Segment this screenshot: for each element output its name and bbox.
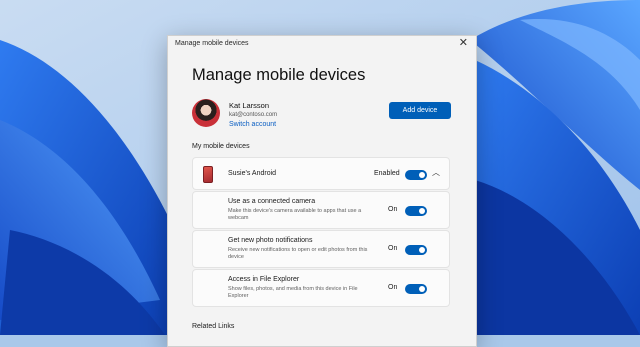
setting-state: On: [388, 206, 398, 213]
connected-camera-toggle[interactable]: [405, 206, 427, 216]
setting-name: Get new photo notifications: [228, 237, 313, 244]
setting-photo-notifications: Get new photo notifications Receive new …: [192, 230, 450, 268]
photo-notifications-toggle[interactable]: [405, 245, 427, 255]
window-title: Manage mobile devices: [175, 40, 249, 47]
avatar: [192, 99, 220, 127]
setting-description: Make this device's camera available to a…: [228, 208, 362, 221]
phone-icon: [203, 166, 213, 183]
related-links-heading: Related Links: [192, 323, 235, 330]
device-status: Enabled: [374, 170, 400, 177]
title-bar: Manage mobile devices ✕: [168, 36, 476, 52]
manage-devices-window: Manage mobile devices ✕ Manage mobile de…: [167, 35, 477, 347]
account-name: Kat Larsson: [229, 101, 270, 110]
close-icon[interactable]: ✕: [459, 36, 468, 49]
setting-description: Show files, photos, and media from this …: [228, 286, 358, 299]
switch-account-link[interactable]: Switch account: [229, 121, 276, 128]
account-email: kat@contoso.com: [229, 112, 278, 118]
file-explorer-toggle[interactable]: [405, 284, 427, 294]
setting-name: Use as a connected camera: [228, 198, 316, 205]
setting-connected-camera: Use as a connected camera Make this devi…: [192, 191, 450, 229]
page-title: Manage mobile devices: [192, 66, 366, 84]
setting-description: Receive new notifications to open or edi…: [228, 247, 368, 260]
setting-file-explorer: Access in File Explorer Show files, phot…: [192, 269, 450, 307]
setting-state: On: [388, 284, 398, 291]
add-device-button[interactable]: Add device: [389, 102, 451, 119]
device-enabled-toggle[interactable]: [405, 170, 427, 180]
my-devices-heading: My mobile devices: [192, 143, 250, 150]
device-name: Susie's Android: [228, 170, 277, 177]
setting-state: On: [388, 245, 398, 252]
setting-name: Access in File Explorer: [228, 276, 300, 283]
device-row[interactable]: Susie's Android Enabled ︿: [192, 157, 450, 190]
chevron-up-icon[interactable]: ︿: [432, 167, 440, 178]
